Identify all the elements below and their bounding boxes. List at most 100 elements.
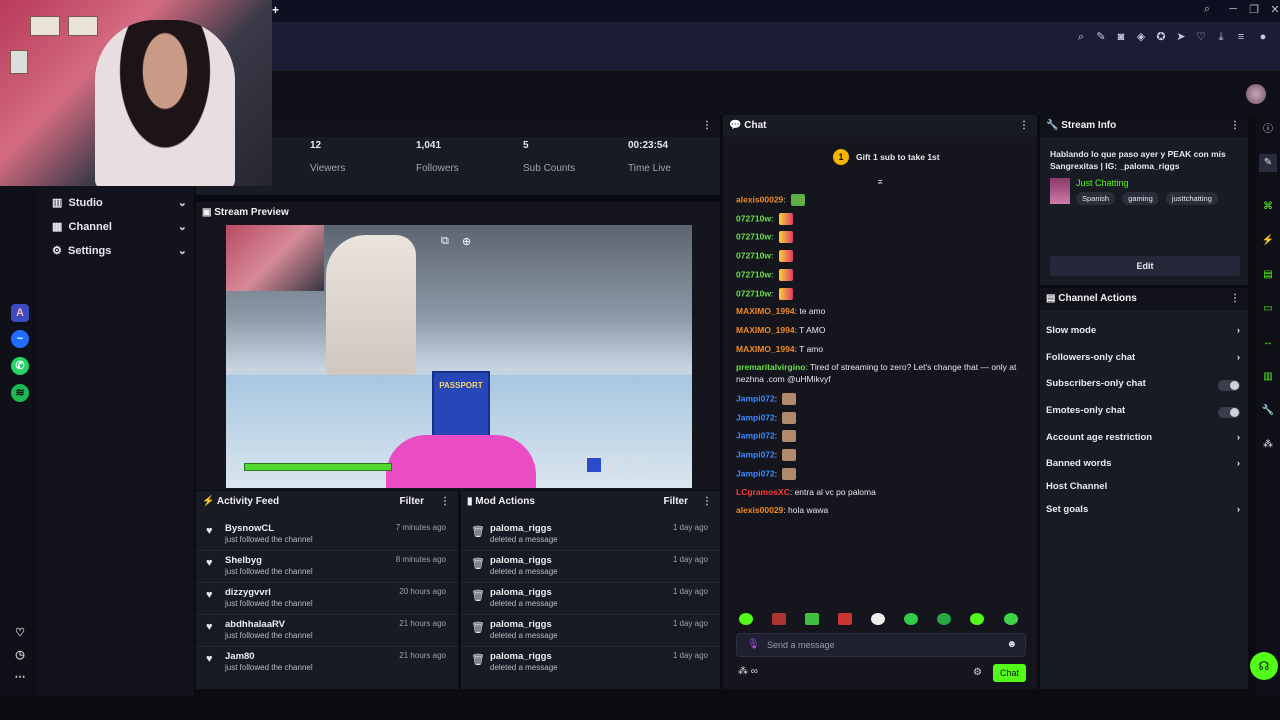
list-item[interactable]: ♥ abdhhalaaRV just followed the channel 21 … <box>196 615 458 647</box>
channel-points-icon[interactable]: ⁂ ∞ <box>738 666 758 677</box>
emote-icon[interactable] <box>1003 613 1018 626</box>
list-item[interactable]: 🗑 paloma_riggs deleted a message 1 day ago <box>461 647 720 679</box>
chat-message[interactable]: MAXIMO_1994: T AMO <box>736 325 825 335</box>
more-menu-icon[interactable]: ⋮ <box>1230 288 1240 310</box>
chat-message[interactable]: 072710w: <box>736 212 793 225</box>
action-account-age[interactable]: Account age restriction › <box>1046 432 1246 452</box>
popout-icon[interactable]: ⧉ <box>441 235 449 248</box>
chat-username[interactable]: Jampi072 <box>736 449 775 459</box>
emote-icon[interactable] <box>805 613 820 626</box>
chat-username[interactable]: premaritalvirgino <box>736 362 805 372</box>
emoji-icon[interactable]: ☻ <box>1006 639 1017 650</box>
app-icon[interactable]: A <box>11 304 29 322</box>
emote-icon[interactable] <box>772 613 787 626</box>
download-icon[interactable]: ⤓ <box>1214 30 1228 44</box>
messenger-icon[interactable]: ~ <box>11 330 29 348</box>
chat-message[interactable]: 072710w: <box>736 231 793 244</box>
category-name[interactable]: Just Chatting <box>1076 178 1129 188</box>
info-icon[interactable]: ⓘ <box>1259 121 1277 139</box>
chat-message[interactable]: Jampi072: <box>736 467 797 480</box>
chat-message[interactable]: Jampi072: <box>736 430 797 443</box>
link-icon[interactable]: ↔ <box>1259 334 1277 352</box>
more-icon[interactable]: ⋯ <box>11 668 29 686</box>
shield-icon[interactable]: ◈ <box>1134 30 1148 44</box>
avatar[interactable] <box>1246 84 1266 104</box>
spotify-icon[interactable]: ≋ <box>11 384 29 402</box>
more-menu-icon[interactable]: ⋮ <box>1230 115 1240 137</box>
mic-icon[interactable]: 🎙 <box>747 639 760 650</box>
chat-message[interactable]: 072710w: <box>736 250 793 263</box>
chat-message[interactable]: MAXIMO_1994: T amo <box>736 344 823 354</box>
chat-username[interactable]: MAXIMO_1994 <box>736 325 795 335</box>
list-item[interactable]: ♥ BysnowCL just followed the channel 7 minu… <box>196 519 458 551</box>
chat-message[interactable]: premaritalvirgino: Tired of streaming to… <box>736 362 1016 372</box>
chat-username[interactable]: LCgramosXC <box>736 487 790 497</box>
emote-icon[interactable] <box>838 613 853 626</box>
edit-icon[interactable]: ✎ <box>1094 30 1108 44</box>
chat-message[interactable]: alexis00029: <box>736 194 806 206</box>
action-subscribers-only[interactable]: Subscribers-only chat <box>1046 378 1246 398</box>
action-set-goals[interactable]: Set goals › <box>1046 504 1246 524</box>
tag[interactable]: justtchatting <box>1165 192 1218 205</box>
emote-icon[interactable] <box>739 613 753 626</box>
chat-username[interactable]: Jampi072 <box>736 412 775 422</box>
more-menu-icon[interactable]: ⋮ <box>440 491 450 513</box>
nav-item-settings[interactable]: ⚙ Settings ⌄ <box>52 240 187 262</box>
send-icon[interactable]: ➤ <box>1174 30 1188 44</box>
action-host-channel[interactable]: Host Channel <box>1046 481 1246 501</box>
toggle-switch[interactable] <box>1218 407 1240 418</box>
chat-message[interactable]: MAXIMO_1994: te amo <box>736 306 825 316</box>
chat-message[interactable]: alexis00029: hola wawa <box>736 505 828 515</box>
chat-username[interactable]: alexis00029 <box>736 505 783 515</box>
search-icon[interactable]: ⌕ <box>1199 3 1215 17</box>
heart-icon[interactable]: ♡ <box>11 624 29 642</box>
chat-username[interactable]: 072710w <box>736 288 771 298</box>
chat-message[interactable]: LCgramosXC: entra al vc po paloma <box>736 487 876 497</box>
more-menu-icon[interactable]: ⋮ <box>1019 115 1029 137</box>
list-item[interactable]: ♥ Shelbyg just followed the channel 8 minut… <box>196 551 458 583</box>
list-item[interactable]: 🗑 paloma_riggs deleted a message 1 day ago <box>461 615 720 647</box>
list-item[interactable]: ♥ Jam80 just followed the channel 21 hours … <box>196 647 458 679</box>
minimize-icon[interactable]: ─ <box>1225 3 1241 17</box>
chat-username[interactable]: 072710w <box>736 213 771 223</box>
chat-username[interactable]: 072710w <box>736 250 771 260</box>
chat-message[interactable]: 072710w: <box>736 287 793 300</box>
chat-icon[interactable]: ▭ <box>1259 300 1277 318</box>
send-chat-button[interactable]: Chat <box>993 664 1026 682</box>
chat-username[interactable]: alexis00029 <box>736 194 783 204</box>
emote-icon[interactable] <box>970 613 985 626</box>
list-item[interactable]: 🗑 paloma_riggs deleted a message 1 day ago <box>461 583 720 615</box>
chat-username[interactable]: Jampi072 <box>736 393 775 403</box>
toggle-switch[interactable] <box>1218 380 1240 391</box>
add-icon[interactable]: ⊕ <box>462 235 471 248</box>
tag[interactable]: gaming <box>1122 192 1159 205</box>
close-icon[interactable]: ✕ <box>1267 3 1280 17</box>
emote-icon[interactable] <box>904 613 919 626</box>
collapse-icon[interactable]: ⌅ <box>876 176 884 187</box>
chat-input[interactable]: 🎙 Send a message ☻ <box>736 633 1026 657</box>
chat-username[interactable]: Jampi072 <box>736 468 775 478</box>
chat-username[interactable]: 072710w <box>736 232 771 242</box>
chat-message[interactable]: Jampi072: <box>736 411 797 424</box>
chat-message[interactable]: Jampi072: <box>736 393 797 405</box>
share-icon[interactable]: ⁂ <box>1259 436 1277 454</box>
gear-icon[interactable]: ⚙ <box>973 667 982 678</box>
gift-sub-prompt[interactable]: Gift 1 sub to take 1st <box>856 152 940 162</box>
chat-message[interactable]: Jampi072: <box>736 449 797 462</box>
whatsapp-icon[interactable]: ✆ <box>11 357 29 375</box>
profile-icon[interactable]: ● <box>1256 30 1270 44</box>
action-slow-mode[interactable]: Slow mode › <box>1046 325 1246 345</box>
nav-item-channel[interactable]: ▦ Channel ⌄ <box>52 216 187 238</box>
layout-icon[interactable]: ▥ <box>1259 368 1277 386</box>
zoom-icon[interactable]: ⌕ <box>1074 30 1088 44</box>
chat-username[interactable]: MAXIMO_1994 <box>736 344 795 354</box>
chat-message[interactable]: 072710w: <box>736 268 793 281</box>
wrench-icon[interactable]: 🔧 <box>1259 402 1277 420</box>
camera-icon[interactable]: ◙ <box>1114 30 1128 44</box>
support-icon[interactable]: ☊ <box>1250 652 1278 680</box>
more-menu-icon[interactable]: ⋮ <box>702 491 712 513</box>
new-tab-plus-icon[interactable]: + <box>272 3 279 17</box>
clock-icon[interactable]: ◷ <box>11 646 29 664</box>
nav-item-studio[interactable]: ▥ Studio ⌄ <box>52 192 187 214</box>
pencil-icon[interactable]: ✎ <box>1259 154 1277 172</box>
